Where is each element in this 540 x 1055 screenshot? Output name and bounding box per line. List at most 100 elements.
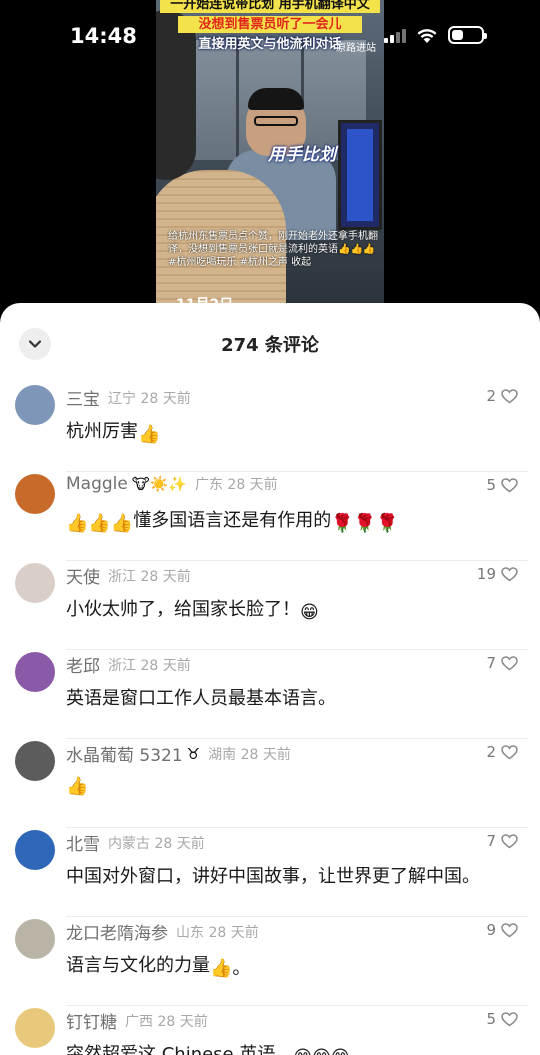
comment-text[interactable]: 👍 bbox=[66, 773, 88, 797]
like-button[interactable]: 7 bbox=[486, 654, 518, 672]
like-button[interactable]: 9 bbox=[486, 921, 518, 939]
video-overlay-label: 用手比划 bbox=[268, 145, 336, 165]
comment-region-time: 广西 28 天前 bbox=[125, 1013, 208, 1030]
comment-prefix-emojis: 👍👍👍 bbox=[66, 513, 134, 534]
heart-outline-icon bbox=[501, 744, 518, 759]
comment-username[interactable]: 天使 bbox=[66, 563, 100, 588]
heart-outline-icon bbox=[501, 1011, 518, 1026]
video-clerk-glasses bbox=[254, 116, 298, 126]
comment-item[interactable]: Maggle 🐮☀️✨ 广东 28 天前 👍👍👍懂多国语言还是有作用的🌹🌹🌹 5 bbox=[0, 472, 540, 561]
comment-username[interactable]: 钉钉糖 bbox=[66, 1008, 117, 1033]
video-clerk-hair bbox=[248, 88, 304, 110]
comment-item[interactable]: 水晶葡萄 5321 ♉ 湖南 28 天前 👍 2 bbox=[0, 739, 540, 828]
comment-username[interactable]: 三宝 bbox=[66, 385, 100, 410]
comment-body: 小伙太帅了，给国家长脸了！ bbox=[66, 599, 300, 620]
comment-item[interactable]: 北雪 内蒙古 28 天前中国对外窗口，讲好中国故事，让世界更了解中国。 7 bbox=[0, 828, 540, 917]
comment-region-time: 湖南 28 天前 bbox=[208, 746, 291, 763]
avatar[interactable] bbox=[15, 563, 55, 603]
like-button[interactable]: 19 bbox=[477, 565, 518, 583]
like-count: 2 bbox=[486, 743, 496, 761]
comment-emojis: 👍 bbox=[138, 424, 161, 445]
comment-emojis: 👍 bbox=[66, 776, 89, 797]
avatar[interactable] bbox=[15, 474, 55, 514]
like-count: 7 bbox=[486, 654, 496, 672]
comment-meta: 三宝 辽宁 28 天前 bbox=[66, 385, 191, 410]
comment-region-time: 山东 28 天前 bbox=[176, 924, 259, 941]
comment-meta: 钉钉糖 广西 28 天前 bbox=[66, 1008, 208, 1033]
comment-item[interactable]: 老邱 浙江 28 天前英语是窗口工作人员最基本语言。 7 bbox=[0, 650, 540, 739]
avatar[interactable] bbox=[15, 919, 55, 959]
comment-text[interactable]: 杭州厉害👍 bbox=[66, 417, 160, 445]
avatar[interactable] bbox=[15, 1008, 55, 1048]
like-button[interactable]: 2 bbox=[486, 387, 518, 405]
comment-item[interactable]: 三宝 辽宁 28 天前 杭州厉害👍 2 bbox=[0, 383, 540, 472]
avatar[interactable] bbox=[15, 385, 55, 425]
heart-outline-icon bbox=[501, 566, 518, 581]
comment-region-time: 浙江 28 天前 bbox=[108, 657, 191, 674]
like-count: 19 bbox=[476, 565, 496, 583]
like-button[interactable]: 5 bbox=[486, 476, 518, 494]
comment-meta: 天使 浙江 28 天前 bbox=[66, 563, 191, 588]
avatar[interactable] bbox=[15, 741, 55, 781]
comment-text[interactable]: 英语是窗口工作人员最基本语言。 bbox=[66, 684, 336, 710]
video-area[interactable]: 一开始连说带比划 用手机翻译中文 没想到售票员听了一会儿 直接用英文与他流利对话… bbox=[0, 0, 540, 320]
comments-sheet: 274 条评论 三宝 辽宁 28 天前 杭州厉害👍 2 Maggle 🐮☀️✨ 广东 28 … bbox=[0, 303, 540, 1055]
comments-header: 274 条评论 bbox=[0, 303, 540, 383]
comment-body: 语言与文化的力量 bbox=[66, 955, 210, 976]
status-time: 14:48 bbox=[70, 24, 137, 48]
comment-text[interactable]: 语言与文化的力量👍。 bbox=[66, 951, 250, 980]
comment-emojis: 😁 bbox=[300, 602, 319, 623]
comment-region-time: 内蒙古 28 天前 bbox=[108, 835, 205, 852]
like-count: 5 bbox=[486, 476, 496, 494]
comment-meta: Maggle 🐮☀️✨ 广东 28 天前 bbox=[66, 474, 278, 494]
avatar[interactable] bbox=[15, 830, 55, 870]
comments-count-title: 274 条评论 bbox=[221, 335, 319, 356]
video-caption-line2: 没想到售票员听了一会儿 bbox=[178, 16, 362, 33]
cellular-signal-icon bbox=[384, 27, 406, 43]
comment-body: 杭州厉害 bbox=[66, 421, 138, 442]
comment-meta: 老邱 浙江 28 天前 bbox=[66, 652, 191, 677]
comment-list: 三宝 辽宁 28 天前 杭州厉害👍 2 Maggle 🐮☀️✨ 广东 28 天前 👍👍👍懂多国… bbox=[0, 383, 540, 1055]
heart-outline-icon bbox=[501, 477, 518, 492]
comment-text[interactable]: 小伙太帅了，给国家长脸了！😁 bbox=[66, 595, 319, 623]
comment-username[interactable]: Maggle bbox=[66, 474, 128, 494]
like-count: 7 bbox=[486, 832, 496, 850]
like-button[interactable]: 7 bbox=[486, 832, 518, 850]
comment-text[interactable]: 中国对外窗口，讲好中国故事，让世界更了解中国。 bbox=[66, 862, 480, 888]
status-icons bbox=[384, 26, 487, 44]
heart-outline-icon bbox=[501, 388, 518, 403]
heart-outline-icon bbox=[501, 655, 518, 670]
user-badge: 🐮☀️✨ bbox=[131, 475, 187, 493]
comment-body: 英语是窗口工作人员最基本语言。 bbox=[66, 688, 336, 709]
comment-region-time: 浙江 28 天前 bbox=[108, 568, 191, 585]
comment-region-time: 广东 28 天前 bbox=[194, 477, 278, 493]
comment-item[interactable]: 天使 浙江 28 天前小伙太帅了，给国家长脸了！😁 19 bbox=[0, 561, 540, 650]
avatar[interactable] bbox=[15, 652, 55, 692]
video-frame[interactable]: 一开始连说带比划 用手机翻译中文 没想到售票员听了一会儿 直接用英文与他流利对话… bbox=[156, 0, 384, 318]
comment-meta: 龙口老隋海参 山东 28 天前 bbox=[66, 919, 259, 944]
comment-emojis: 👍。 bbox=[210, 958, 251, 979]
comment-username[interactable]: 北雪 bbox=[66, 830, 100, 855]
like-count: 2 bbox=[486, 387, 496, 405]
comment-username[interactable]: 水晶葡萄 5321 bbox=[66, 741, 183, 766]
heart-outline-icon bbox=[501, 922, 518, 937]
comment-username[interactable]: 老邱 bbox=[66, 652, 100, 677]
battery-icon bbox=[448, 26, 487, 44]
comment-text[interactable]: 突然超爱这 Chinese 英语。😁😁😁 bbox=[66, 1040, 350, 1055]
comment-body: 突然超爱这 Chinese 英语。 bbox=[66, 1044, 294, 1055]
like-button[interactable]: 2 bbox=[486, 743, 518, 761]
wifi-icon bbox=[417, 28, 437, 43]
video-description[interactable]: 给杭州东售票员点个赞，刚开始老外还拿手机翻译，没想到售票员张口就是流利的英语👍👍… bbox=[168, 230, 378, 269]
video-ticket-monitor bbox=[338, 120, 382, 230]
comment-item[interactable]: 钉钉糖广西 28 天前突然超爱这 Chinese 英语。😁😁😁 5 bbox=[0, 1006, 540, 1055]
like-button[interactable]: 5 bbox=[486, 1010, 518, 1028]
comment-item[interactable]: 龙口老隋海参 山东 28 天前语言与文化的力量👍。 9 bbox=[0, 917, 540, 1006]
comment-text[interactable]: 👍👍👍懂多国语言还是有作用的🌹🌹🌹 bbox=[66, 506, 399, 534]
video-sign-text: 原路进站 bbox=[336, 43, 376, 54]
comment-emojis: 🌹🌹🌹 bbox=[331, 513, 399, 534]
comment-username[interactable]: 龙口老隋海参 bbox=[66, 919, 168, 944]
comment-meta: 水晶葡萄 5321 ♉ 湖南 28 天前 bbox=[66, 741, 291, 767]
comment-meta: 北雪 内蒙古 28 天前 bbox=[66, 830, 205, 855]
heart-outline-icon bbox=[501, 833, 518, 848]
comment-region-time: 辽宁 28 天前 bbox=[108, 390, 191, 407]
